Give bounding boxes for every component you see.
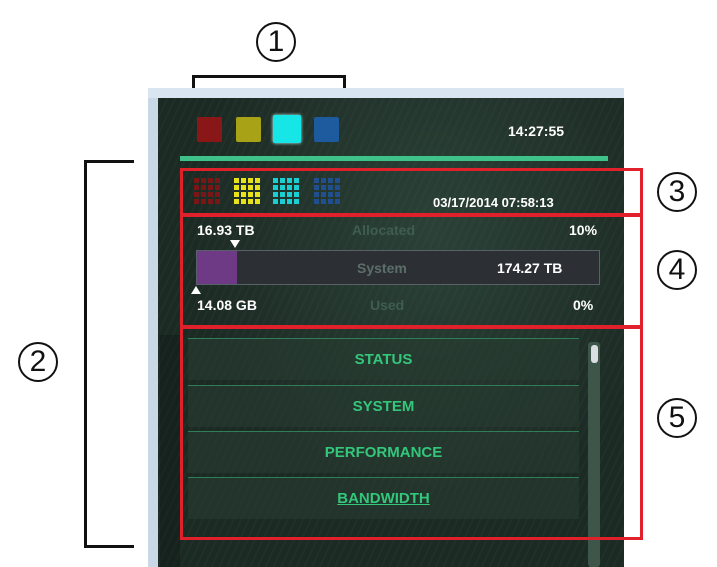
callout-5: 5: [657, 398, 697, 438]
callout-4: 4: [657, 250, 697, 290]
panel-shadow-strip: [160, 335, 180, 567]
callout-1: 1: [256, 22, 296, 62]
callout-2: 2: [18, 342, 58, 382]
highlight-box-4: [180, 214, 643, 328]
highlight-box-3: [180, 168, 643, 216]
highlight-box-5: [180, 326, 643, 540]
blue-swatch-icon[interactable]: [314, 117, 339, 142]
accent-divider: [180, 156, 608, 161]
callout-3: 3: [657, 172, 697, 212]
cyan-swatch-icon[interactable]: [273, 115, 301, 143]
clock-time: 14:27:55: [508, 123, 565, 139]
panel-border-top: [148, 88, 624, 98]
red-swatch-icon[interactable]: [197, 117, 222, 142]
callout-2-bracket: [84, 160, 134, 548]
yellow-swatch-icon[interactable]: [236, 117, 261, 142]
panel-border-left: [148, 88, 158, 567]
